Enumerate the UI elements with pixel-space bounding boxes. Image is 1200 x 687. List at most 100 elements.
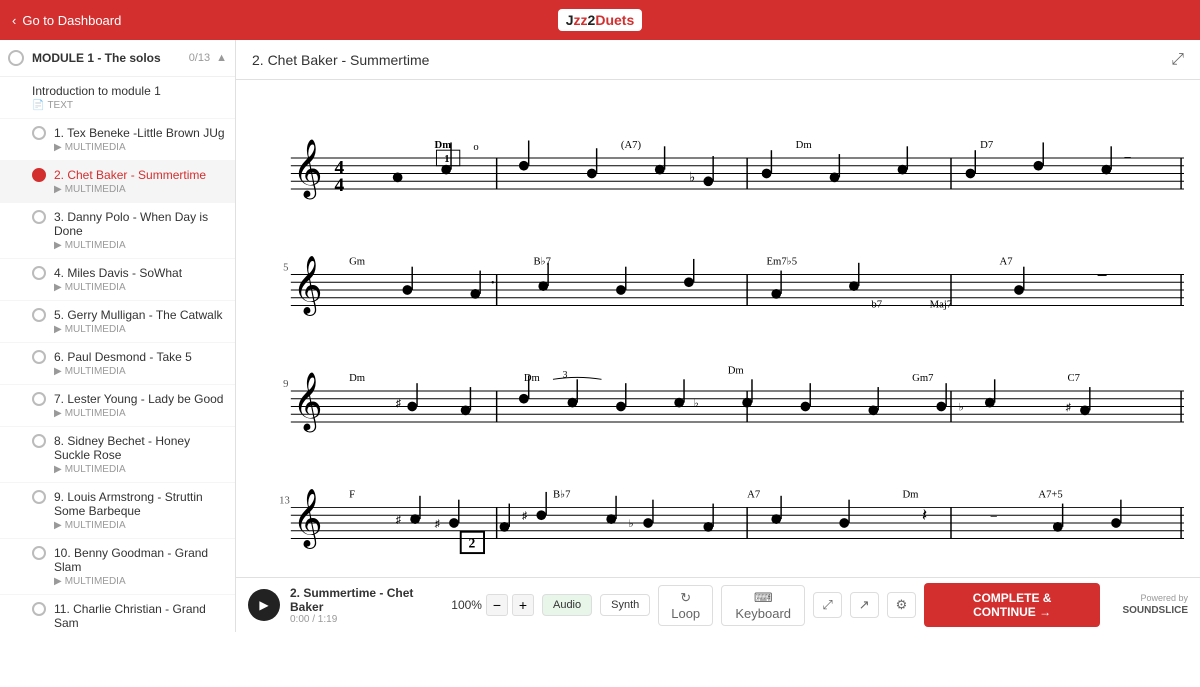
lesson-10[interactable]: 10. Benny Goodman - Grand Slam ▶ MULTIME… — [0, 539, 235, 595]
svg-text:♭: ♭ — [694, 397, 699, 409]
svg-text:A7: A7 — [1000, 256, 1014, 268]
svg-text:♯: ♯ — [522, 510, 528, 522]
keyboard-button[interactable]: ⌨ Keyboard — [721, 585, 805, 626]
svg-text:(A7): (A7) — [621, 139, 642, 151]
powered-by: Powered by SOUNDSLICE — [1108, 593, 1188, 618]
svg-text:−: − — [990, 509, 998, 524]
svg-text:F: F — [349, 489, 355, 501]
multimedia2-icon: ▶ — [54, 184, 62, 195]
module1-header[interactable]: MODULE 1 - The solos 0/13 ▲ — [0, 40, 235, 77]
multimedia7-icon: ▶ — [54, 408, 62, 419]
lesson-5[interactable]: 5. Gerry Mulligan - The Catwalk ▶ MULTIM… — [0, 301, 235, 343]
svg-text:Dm: Dm — [524, 372, 541, 384]
lesson8-dot — [32, 434, 46, 448]
svg-text:𝄞: 𝄞 — [293, 257, 323, 317]
lesson1-dot — [32, 126, 46, 140]
lesson7-title: 7. Lester Young - Lady be Good — [54, 392, 223, 406]
audio-button[interactable]: Audio — [542, 594, 592, 616]
lesson-8[interactable]: 8. Sidney Bechet - Honey Suckle Rose ▶ M… — [0, 427, 235, 483]
svg-text:Em7♭5: Em7♭5 — [767, 256, 797, 268]
lesson1-title: 1. Tex Beneke -Little Brown JUg — [54, 126, 225, 140]
lesson10-type: ▶ MULTIMEDIA — [54, 576, 227, 587]
text-icon: 📄 — [32, 100, 44, 111]
back-label: Go to Dashboard — [22, 13, 121, 28]
settings-button[interactable]: ⚙ — [887, 592, 917, 618]
svg-text:13: 13 — [279, 495, 290, 507]
multimedia9-icon: ▶ — [54, 520, 62, 531]
player-bar: ▶ 2. Summertime - Chet Baker 0:00 / 1:19… — [236, 577, 1200, 632]
svg-text:o: o — [473, 141, 478, 153]
multimedia4-icon: ▶ — [54, 282, 62, 293]
complete-button[interactable]: COMPLETE & CONTINUE → — [924, 583, 1100, 627]
svg-text:𝄞: 𝄞 — [293, 373, 323, 433]
svg-text:𝄞: 𝄞 — [293, 140, 323, 200]
multimedia5-icon: ▶ — [54, 324, 62, 335]
lesson-6[interactable]: 6. Paul Desmond - Take 5 ▶ MULTIMEDIA — [0, 343, 235, 385]
lesson-2[interactable]: 2. Chet Baker - Summertime ▶ MULTIMEDIA — [0, 161, 235, 203]
lesson5-title: 5. Gerry Mulligan - The Catwalk — [54, 308, 223, 322]
lesson10-title: 10. Benny Goodman - Grand Slam — [54, 546, 227, 574]
lesson8-title: 8. Sidney Bechet - Honey Suckle Rose — [54, 434, 227, 462]
lesson5-type: ▶ MULTIMEDIA — [54, 324, 223, 335]
zoom-in-button[interactable]: + — [512, 594, 534, 616]
svg-text:4: 4 — [335, 175, 345, 196]
lesson7-type: ▶ MULTIMEDIA — [54, 408, 223, 419]
intro-type: 📄 TEXT — [32, 100, 227, 111]
synth-button[interactable]: Synth — [600, 594, 650, 616]
lesson9-title: 9. Louis Armstrong - Struttin Some Barbe… — [54, 490, 227, 518]
lesson-1[interactable]: 1. Tex Beneke -Little Brown JUg ▶ MULTIM… — [0, 119, 235, 161]
zoom-out-button[interactable]: − — [486, 594, 508, 616]
lesson11-dot — [32, 602, 46, 616]
content-area: 2. Chet Baker - Summertime ⤢ 𝄞 4 — [236, 40, 1200, 632]
back-button[interactable]: ‹ Go to Dashboard — [12, 13, 121, 28]
multimedia8-icon: ▶ — [54, 464, 62, 475]
fullscreen-button[interactable]: ⤢ — [813, 592, 841, 618]
share-button[interactable]: ↗ — [850, 592, 879, 618]
multimedia-icon: ▶ — [54, 142, 62, 153]
lesson-3[interactable]: 3. Danny Polo - When Day is Done ▶ MULTI… — [0, 203, 235, 259]
svg-text:A7+5: A7+5 — [1038, 489, 1062, 501]
module1-circle — [8, 50, 24, 66]
play-button[interactable]: ▶ — [248, 589, 280, 621]
top-bar: ‹ Go to Dashboard Jzz2Duets — [0, 0, 1200, 40]
lesson5-dot — [32, 308, 46, 322]
keyboard-icon: ⌨ — [754, 590, 773, 605]
svg-text:♭: ♭ — [629, 518, 634, 530]
loop-button[interactable]: ↻ Loop — [658, 585, 713, 626]
svg-text:Gm: Gm — [349, 256, 366, 268]
lesson-4[interactable]: 4. Miles Davis - SoWhat ▶ MULTIMEDIA — [0, 259, 235, 301]
lesson4-title: 4. Miles Davis - SoWhat — [54, 266, 182, 280]
logo: Jzz2Duets — [558, 9, 643, 31]
lesson3-type: ▶ MULTIMEDIA — [54, 240, 227, 251]
lesson1-type: ▶ MULTIMEDIA — [54, 142, 225, 153]
svg-text:Gm7: Gm7 — [912, 372, 934, 384]
main-layout: MODULE 1 - The solos 0/13 ▲ Introduction… — [0, 40, 1200, 632]
svg-text:Dm: Dm — [902, 489, 919, 501]
lesson2-dot — [32, 168, 46, 182]
svg-text:♯: ♯ — [435, 518, 441, 530]
track-name: 2. Summertime - Chet Baker — [290, 586, 441, 614]
multimedia6-icon: ▶ — [54, 366, 62, 377]
svg-text:A7: A7 — [747, 489, 761, 501]
lesson9-dot — [32, 490, 46, 504]
lesson-11[interactable]: 11. Charlie Christian - Grand Sam ▶ MULT… — [0, 595, 235, 632]
lesson-9[interactable]: 9. Louis Armstrong - Struttin Some Barbe… — [0, 483, 235, 539]
svg-text:♭: ♭ — [689, 169, 695, 184]
zoom-control: 100% − + — [451, 594, 534, 616]
svg-text:Maj7: Maj7 — [930, 298, 953, 310]
svg-text:•: • — [491, 277, 495, 289]
svg-text:♭: ♭ — [959, 401, 964, 413]
lesson2-title: 2. Chet Baker - Summertime — [54, 168, 206, 182]
lesson11-title: 11. Charlie Christian - Grand Sam — [54, 602, 227, 630]
lesson9-type: ▶ MULTIMEDIA — [54, 520, 227, 531]
svg-text:Dm: Dm — [435, 139, 452, 151]
lesson6-title: 6. Paul Desmond - Take 5 — [54, 350, 192, 364]
expand-icon[interactable]: ⤢ — [1171, 51, 1184, 69]
intro-item[interactable]: Introduction to module 1 📄 TEXT — [0, 77, 235, 119]
lesson-7[interactable]: 7. Lester Young - Lady be Good ▶ MULTIME… — [0, 385, 235, 427]
lesson8-type: ▶ MULTIMEDIA — [54, 464, 227, 475]
loop-icon: ↻ — [680, 590, 691, 605]
module1-count: 0/13 — [189, 52, 210, 64]
content-header: 2. Chet Baker - Summertime ⤢ — [236, 40, 1200, 80]
svg-text:Dm: Dm — [796, 139, 813, 151]
